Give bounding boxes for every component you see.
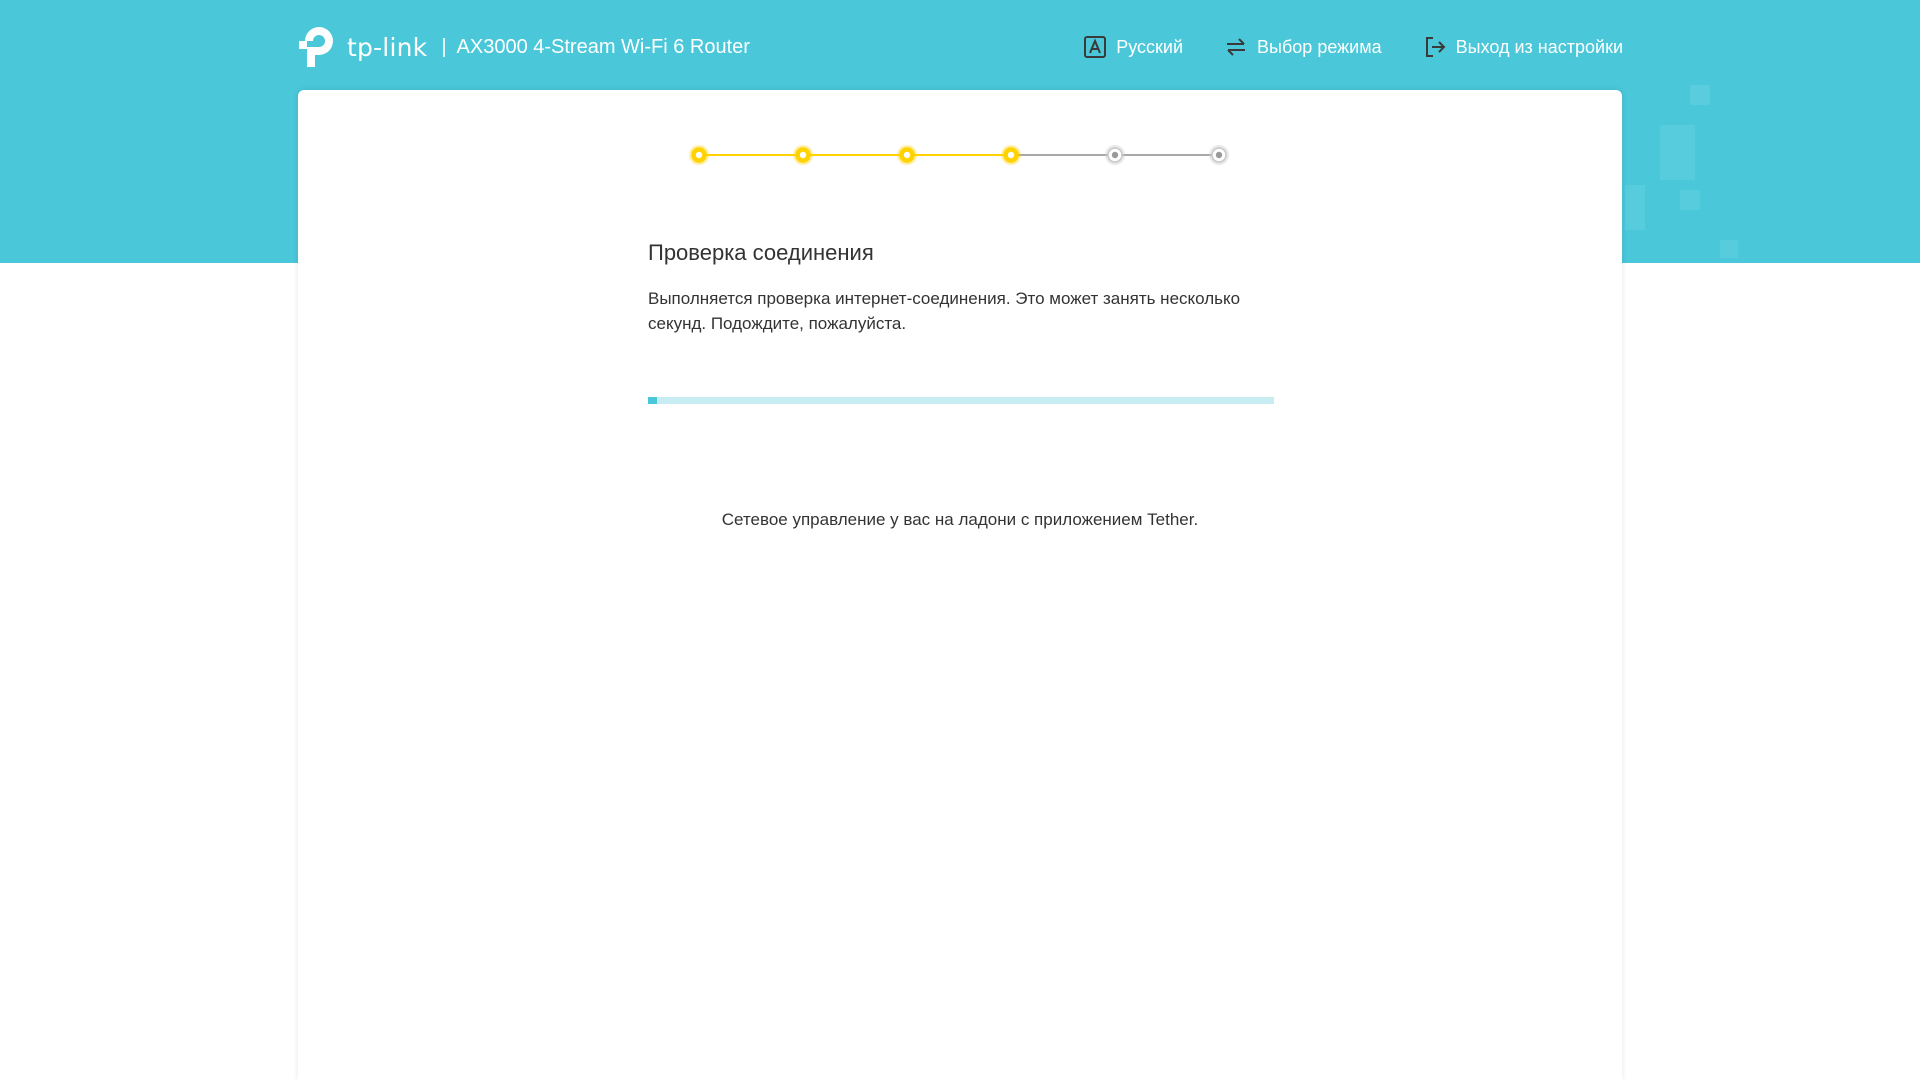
- connection-progress-bar: [648, 397, 1274, 404]
- tp-link-logo[interactable]: tp-link: [297, 25, 427, 69]
- mode-switch-icon: [1223, 34, 1249, 60]
- top-bar: tp-link | AX3000 4-Stream Wi-Fi 6 Router…: [297, 22, 1623, 72]
- stepper-connector: [907, 154, 1011, 156]
- stepper-connector: [699, 154, 803, 156]
- wizard-content: Проверка соединения Выполняется проверка…: [648, 240, 1274, 336]
- tether-promo-text: Сетевое управление у вас на ладони с при…: [721, 510, 1199, 529]
- wizard-card: Проверка соединения Выполняется проверка…: [298, 90, 1622, 1080]
- exit-setup-label: Выход из настройки: [1455, 36, 1623, 57]
- language-icon: [1082, 34, 1108, 60]
- status-description: Выполняется проверка интернет-соединения…: [648, 289, 1241, 333]
- exit-icon: [1422, 34, 1448, 60]
- language-label: Русский: [1116, 36, 1184, 57]
- step-dot-completed: [792, 144, 814, 166]
- brand-name: tp-link: [347, 32, 428, 62]
- step-dot-pending: [1208, 144, 1230, 166]
- header-nav: Русский Выбор режима Выход из настройки: [1042, 34, 1623, 60]
- mode-select-button[interactable]: Выбор режима: [1223, 34, 1382, 60]
- router-model: AX3000 4-Stream Wi-Fi 6 Router: [456, 35, 750, 58]
- stepper-connector: [1115, 154, 1219, 156]
- mode-select-label: Выбор режима: [1257, 36, 1382, 57]
- exit-setup-button[interactable]: Выход из настройки: [1422, 34, 1623, 60]
- decorative-pattern: [1625, 85, 1738, 258]
- brand: tp-link | AX3000 4-Stream Wi-Fi 6 Router: [297, 25, 750, 69]
- step-dot-completed: [896, 144, 918, 166]
- page-title: Проверка соединения: [648, 240, 874, 265]
- step-dot-completed: [1000, 144, 1022, 166]
- stepper-connector: [803, 154, 907, 156]
- step-dot-completed: [688, 144, 710, 166]
- progress-fill: [648, 397, 658, 404]
- wizard-stepper: [688, 140, 1244, 170]
- step-dot-pending: [1104, 144, 1126, 166]
- brand-separator: |: [441, 35, 447, 58]
- tp-link-logo-icon: [299, 27, 333, 67]
- language-button[interactable]: Русский: [1082, 34, 1183, 60]
- stepper-connector: [1011, 154, 1115, 156]
